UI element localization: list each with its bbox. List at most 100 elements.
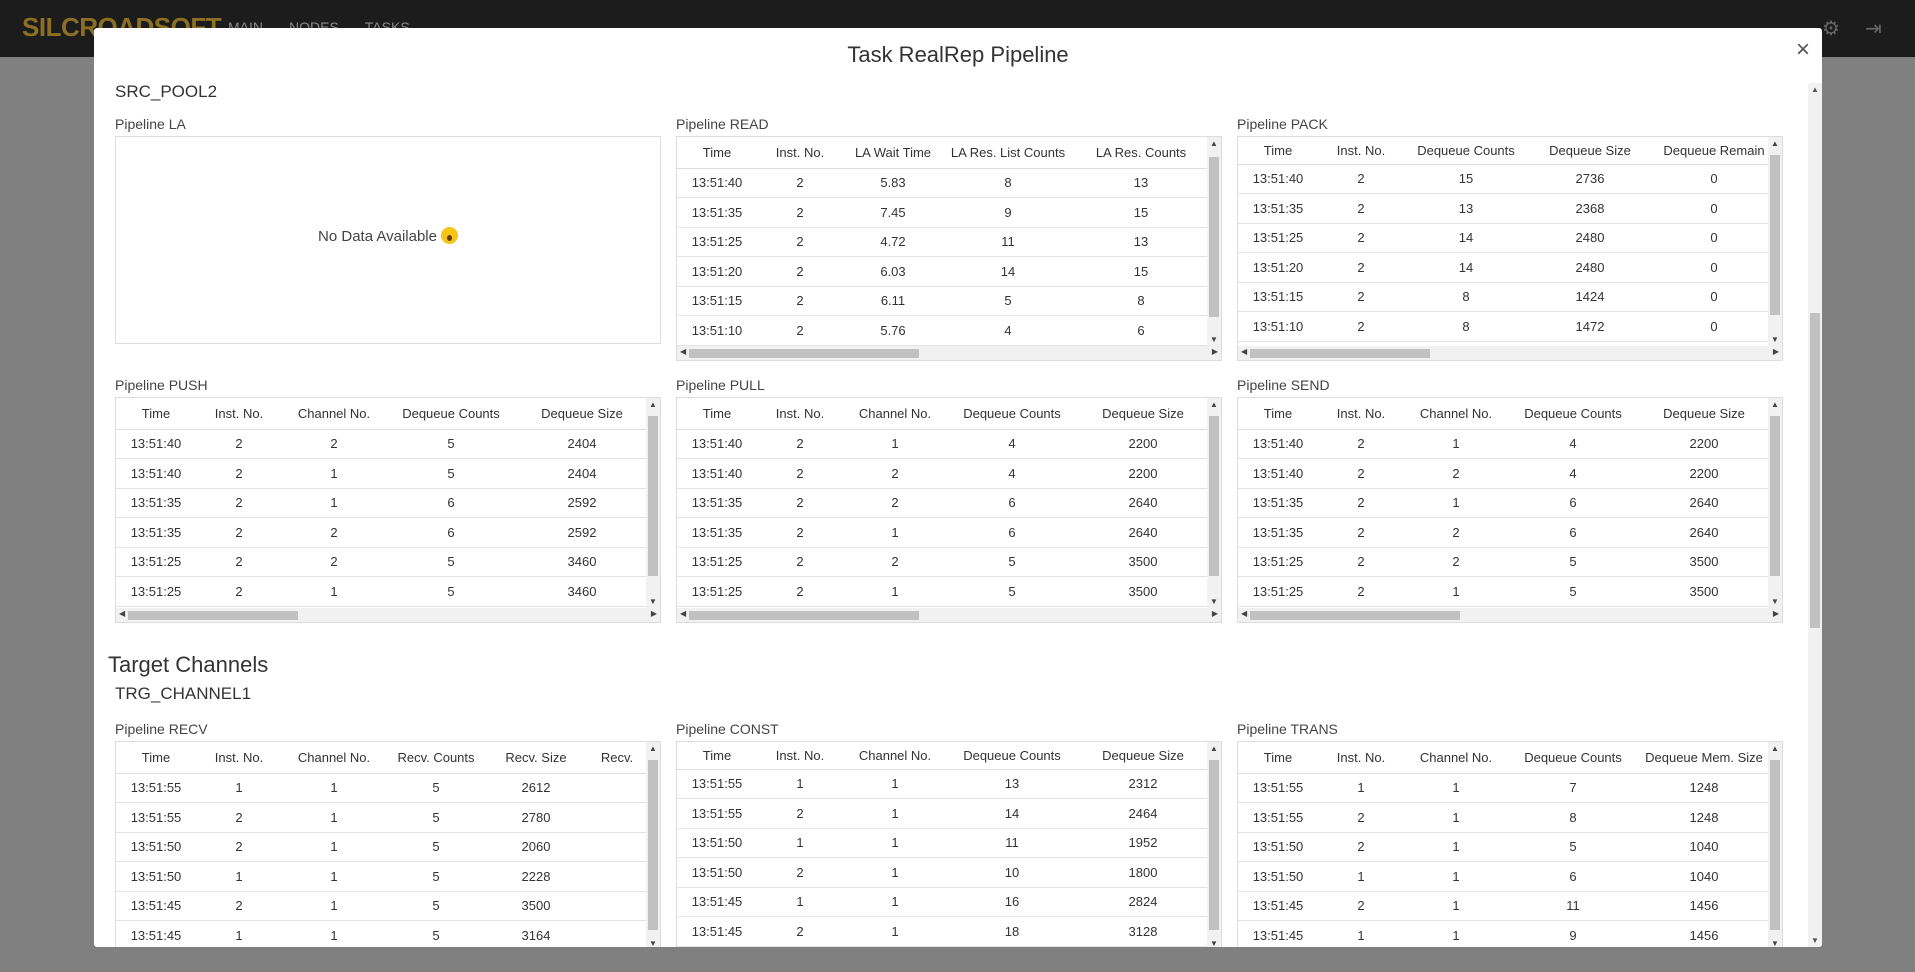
table-row[interactable]: 13:51:25 2 1 5 3500 (677, 576, 1207, 607)
modal-scroll-thumb[interactable] (1810, 313, 1820, 628)
table-row[interactable]: 13:51:40 2 1 5 2404 (116, 458, 646, 489)
scroll-thumb[interactable] (1209, 157, 1219, 317)
table-row[interactable]: 13:51:25 2 1 5 3460 (116, 576, 646, 607)
scroll-thumb[interactable] (1770, 760, 1780, 930)
column-header[interactable]: Dequeue Size (1077, 398, 1207, 430)
table-row[interactable]: 13:51:55 1 1 7 1248 (1238, 773, 1768, 803)
vertical-scrollbar[interactable]: ▲ ▼ (1768, 398, 1782, 608)
column-header[interactable]: Inst. No. (1318, 398, 1404, 430)
column-header[interactable]: Time (1238, 398, 1318, 430)
scroll-thumb[interactable] (648, 760, 658, 930)
scroll-left-icon[interactable]: ◀ (680, 609, 686, 618)
table-row[interactable]: 13:51:50 2 1 5 1040 (1238, 832, 1768, 862)
table-row[interactable]: 13:51:45 2 1 11 1456 (1238, 891, 1768, 921)
gear-icon[interactable]: ⚙ (1822, 16, 1840, 41)
column-header[interactable]: Time (116, 398, 196, 430)
table-row[interactable]: 13:51:20 2 14 2480 0 (1238, 252, 1768, 283)
column-header[interactable]: Dequeue Size (516, 398, 646, 430)
column-header[interactable]: Channel No. (1404, 398, 1508, 430)
table-row[interactable]: 13:51:35 2 2 6 2640 (677, 488, 1207, 518)
scroll-up-icon[interactable]: ▲ (1210, 744, 1218, 753)
column-header[interactable]: Dequeue Remain (1652, 137, 1768, 165)
scroll-thumb[interactable] (1770, 155, 1780, 315)
table-row[interactable]: 13:51:40 2 2 4 2200 (1238, 458, 1768, 489)
column-header[interactable]: Dequeue Mem. Size (1638, 742, 1768, 774)
scroll-up-icon[interactable]: ▲ (649, 744, 657, 753)
table-row[interactable]: 13:51:25 2 2 5 3500 (1238, 547, 1768, 577)
scroll-down-icon[interactable]: ▼ (649, 597, 657, 606)
column-header[interactable]: Dequeue Counts (947, 742, 1077, 770)
table-row[interactable]: 13:51:25 2 4.72 11 13 (677, 227, 1207, 257)
scroll-thumb[interactable] (128, 611, 298, 620)
scroll-down-icon[interactable]: ▼ (1210, 597, 1218, 606)
table-row[interactable]: 13:51:45 1 1 16 2824 (677, 887, 1207, 917)
table-row[interactable]: 13:51:35 2 2 6 2592 (116, 517, 646, 548)
table-row[interactable]: 13:51:15 2 8 1424 0 (1238, 282, 1768, 312)
column-header[interactable]: Inst. No. (757, 398, 843, 430)
column-header[interactable]: Inst. No. (1318, 137, 1404, 165)
column-header[interactable]: Recv. Counts (386, 742, 486, 774)
vertical-scrollbar[interactable]: ▲ ▼ (646, 742, 660, 947)
table-row[interactable]: 13:51:45 2 1 5 3500 (116, 891, 646, 921)
scroll-up-icon[interactable]: ▲ (1210, 400, 1218, 409)
table-row[interactable]: 13:51:45 1 1 9 1456 (1238, 920, 1768, 947)
scroll-left-icon[interactable]: ◀ (1241, 609, 1247, 618)
table-row[interactable]: 13:51:55 2 1 14 2464 (677, 798, 1207, 829)
table-row[interactable]: 13:51:50 2 1 10 1800 (677, 857, 1207, 888)
column-header[interactable]: Time (116, 742, 196, 774)
scroll-right-icon[interactable]: ▶ (1212, 609, 1218, 618)
column-header[interactable]: Dequeue Size (1528, 137, 1652, 165)
horizontal-scrollbar[interactable]: ◀ ▶ (1238, 608, 1782, 622)
table-row[interactable]: 13:51:35 2 13 2368 0 (1238, 193, 1768, 224)
column-header[interactable]: LA Res. List Counts (943, 137, 1073, 169)
column-header[interactable]: Recv. (586, 742, 646, 774)
column-header[interactable]: Inst. No. (1318, 742, 1404, 774)
scroll-thumb[interactable] (648, 416, 658, 576)
vertical-scrollbar[interactable]: ▲ ▼ (1207, 137, 1221, 346)
table-row[interactable]: 13:51:15 2 6.11 5 8 (677, 286, 1207, 316)
scroll-thumb[interactable] (1209, 760, 1219, 930)
scroll-down-icon[interactable]: ▼ (1771, 335, 1779, 344)
table-row[interactable]: 13:51:25 2 2 5 3460 (116, 547, 646, 577)
scroll-up-icon[interactable]: ▲ (649, 400, 657, 409)
column-header[interactable]: Dequeue Counts (386, 398, 516, 430)
scroll-thumb[interactable] (1250, 349, 1430, 358)
vertical-scrollbar[interactable]: ▲ ▼ (1768, 137, 1782, 346)
vertical-scrollbar[interactable]: ▲ ▼ (1207, 398, 1221, 608)
column-header[interactable]: Time (1238, 137, 1318, 165)
scroll-down-icon[interactable]: ▼ (1210, 939, 1218, 947)
column-header[interactable]: Recv. Size (486, 742, 586, 774)
column-header[interactable]: Time (677, 398, 757, 430)
scroll-left-icon[interactable]: ◀ (680, 347, 686, 356)
scroll-up-icon[interactable]: ▲ (1210, 139, 1218, 148)
table-row[interactable]: 13:51:40 2 2 5 2404 (116, 429, 646, 459)
table-row[interactable]: 13:51:35 2 1 6 2592 (116, 488, 646, 518)
table-row[interactable]: 13:51:10 2 5.76 4 6 (677, 315, 1207, 346)
column-header[interactable]: Dequeue Counts (947, 398, 1077, 430)
column-header[interactable]: Channel No. (282, 742, 386, 774)
table-row[interactable]: 13:51:40 2 2 4 2200 (677, 458, 1207, 489)
column-header[interactable]: Channel No. (1404, 742, 1508, 774)
vertical-scrollbar[interactable]: ▲ ▼ (1768, 742, 1782, 947)
scroll-down-icon[interactable]: ▼ (1210, 335, 1218, 344)
scroll-down-icon[interactable]: ▼ (1771, 597, 1779, 606)
scroll-up-icon[interactable]: ▲ (1771, 400, 1779, 409)
column-header[interactable]: Channel No. (843, 742, 947, 770)
table-row[interactable]: 13:51:40 2 1 4 2200 (1238, 429, 1768, 459)
column-header[interactable]: Inst. No. (757, 137, 843, 169)
scroll-thumb[interactable] (689, 611, 919, 620)
column-header[interactable]: Dequeue Counts (1404, 137, 1528, 165)
column-header[interactable]: Time (677, 742, 757, 770)
column-header[interactable]: Dequeue Size (1638, 398, 1768, 430)
column-header[interactable]: Dequeue Counts (1508, 742, 1638, 774)
column-header[interactable]: Inst. No. (196, 398, 282, 430)
table-row[interactable]: 13:51:25 2 1 5 3500 (1238, 576, 1768, 607)
table-row[interactable]: 13:51:25 2 2 5 3500 (677, 547, 1207, 577)
horizontal-scrollbar[interactable]: ◀ ▶ (1238, 346, 1782, 360)
column-header[interactable]: Dequeue Counts (1508, 398, 1638, 430)
vertical-scrollbar[interactable]: ▲ ▼ (646, 398, 660, 608)
table-row[interactable]: 13:51:40 2 5.83 8 13 (677, 168, 1207, 198)
table-row[interactable]: 13:51:35 2 2 6 2640 (1238, 517, 1768, 548)
scroll-up-icon[interactable]: ▲ (1771, 744, 1779, 753)
table-row[interactable]: 13:51:50 1 1 6 1040 (1238, 861, 1768, 892)
